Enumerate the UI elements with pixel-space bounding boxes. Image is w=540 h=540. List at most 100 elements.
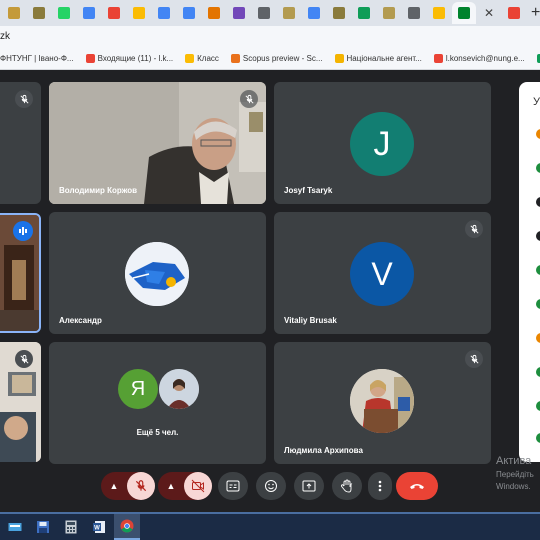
avatar: Я	[118, 369, 158, 409]
chrome-app-button[interactable]	[114, 514, 140, 540]
browser-tab[interactable]	[427, 2, 451, 24]
tile-partial-bottom[interactable]	[0, 342, 41, 462]
bookmark-item[interactable]: Національне агент...	[334, 54, 422, 63]
url-text: zk	[0, 31, 10, 42]
more-vert-icon	[378, 480, 382, 492]
chrome-icon	[408, 7, 420, 19]
present-screen-button[interactable]	[294, 472, 324, 500]
gmail-icon	[108, 7, 120, 19]
bookmark-item[interactable]: ФНТУНГ | Івано-Ф...	[0, 54, 74, 63]
browser-tab[interactable]	[377, 2, 401, 24]
classroom-icon	[208, 7, 220, 19]
browser-tab[interactable]	[252, 2, 276, 24]
participant-tile[interactable]: J Josyf Tsaryk	[274, 82, 491, 204]
browser-tab[interactable]	[277, 2, 301, 24]
browser-tab[interactable]	[127, 2, 151, 24]
docs-icon	[183, 7, 195, 19]
participant-name: Josyf Tsaryk	[284, 186, 333, 195]
gmail-icon	[433, 54, 443, 63]
browser-tab[interactable]	[402, 2, 426, 24]
participant-name: Vitaliy Brusak	[284, 316, 337, 325]
more-options-button[interactable]	[368, 472, 392, 500]
browser-tab[interactable]	[152, 2, 176, 24]
speaking-indicator-icon	[13, 221, 33, 241]
chrome-icon	[120, 519, 134, 533]
task-view-button[interactable]	[2, 514, 28, 540]
download-icon	[8, 7, 20, 19]
camera-toggle-button[interactable]	[184, 472, 212, 500]
calculator-app-button[interactable]	[58, 514, 84, 540]
drive-icon	[133, 7, 145, 19]
word-app-button[interactable]: W	[86, 514, 112, 540]
reactions-button[interactable]	[256, 472, 286, 500]
mic-off-icon	[135, 480, 147, 492]
side-panel: У	[519, 82, 540, 462]
browser-tab[interactable]	[302, 2, 326, 24]
bookmark-label: l.konsevich@nung.e...	[445, 54, 525, 63]
raise-hand-button[interactable]	[332, 472, 362, 500]
browser-tab[interactable]	[327, 2, 351, 24]
avatar-image	[159, 369, 199, 409]
side-panel-title: У	[533, 96, 540, 108]
camera-control-group: ▲	[158, 472, 212, 500]
side-panel-icons	[536, 129, 540, 443]
browser-tab[interactable]	[52, 2, 76, 24]
mic-off-icon	[15, 90, 33, 108]
whatsapp-icon	[58, 7, 70, 19]
activation-watermark-line: Перейдіть	[496, 470, 534, 479]
meet-stage: Володимир Коржов J Josyf Tsaryk Александ…	[0, 71, 540, 510]
browser-tab[interactable]	[352, 2, 376, 24]
participant-tile[interactable]: V Vitaliy Brusak	[274, 212, 491, 334]
meet-icon	[458, 7, 470, 19]
bookmark-item[interactable]: l.konsevich@nung.e...	[433, 54, 525, 63]
mic-toggle-button[interactable]	[127, 472, 155, 500]
participant-name: Володимир Коржов	[59, 186, 137, 195]
avatar-initial: J	[373, 124, 391, 163]
browser-tab[interactable]	[452, 2, 476, 24]
close-icon[interactable]: ✕	[484, 6, 494, 20]
browser-tab[interactable]: ✕	[477, 2, 501, 24]
participant-name: Александр	[59, 316, 102, 325]
avatar	[350, 369, 414, 433]
crest-icon	[33, 7, 45, 19]
crest-icon	[283, 7, 295, 19]
browser-tab[interactable]	[202, 2, 226, 24]
participant-tile[interactable]: Володимир Коржов	[49, 82, 266, 204]
address-bar[interactable]: zk	[0, 26, 540, 48]
bookmark-item[interactable]: Входящие (11) - l.k...	[85, 54, 173, 63]
browser-tab[interactable]	[177, 2, 201, 24]
more-participants-tile[interactable]: Я Ещё 5 чел.	[49, 342, 266, 464]
translate-icon	[308, 7, 320, 19]
bookmark-label: Класс	[197, 54, 219, 63]
tile-partial-top[interactable]	[0, 82, 41, 204]
bookmark-label: ФНТУНГ | Івано-Ф...	[0, 54, 74, 63]
browser-tab[interactable]	[102, 2, 126, 24]
avatar-image	[350, 369, 414, 433]
emoji-icon	[265, 480, 277, 492]
agency-icon	[334, 54, 344, 63]
activation-watermark-line: Windows.	[496, 482, 531, 491]
browser-tab[interactable]	[27, 2, 51, 24]
forms-icon	[233, 7, 245, 19]
new-tab-button[interactable]: +	[531, 4, 540, 22]
browser-tab[interactable]	[502, 2, 526, 24]
mic-options-chevron-icon[interactable]: ▲	[101, 481, 127, 491]
save-app-button[interactable]	[30, 514, 56, 540]
tile-partial-speaking[interactable]	[0, 213, 41, 333]
browser-tab[interactable]	[77, 2, 101, 24]
camera-options-chevron-icon[interactable]: ▲	[158, 481, 184, 491]
chrome-icon	[258, 7, 270, 19]
mic-off-icon	[240, 90, 258, 108]
browser-tab[interactable]	[227, 2, 251, 24]
browser-tab[interactable]	[2, 2, 26, 24]
bookmark-item[interactable]: Scopus preview - Sc...	[230, 54, 323, 63]
participant-tile[interactable]: Людмила Архипова	[274, 342, 491, 464]
leave-call-button[interactable]	[396, 472, 438, 500]
windows-taskbar: W	[0, 512, 540, 540]
bookmark-item[interactable]: Класс	[185, 54, 219, 63]
captions-button[interactable]	[218, 472, 248, 500]
camera-off-icon	[191, 479, 205, 493]
participant-tile[interactable]: Александр	[49, 212, 266, 334]
word-icon: W	[93, 521, 105, 533]
sheet-icon	[433, 7, 445, 19]
